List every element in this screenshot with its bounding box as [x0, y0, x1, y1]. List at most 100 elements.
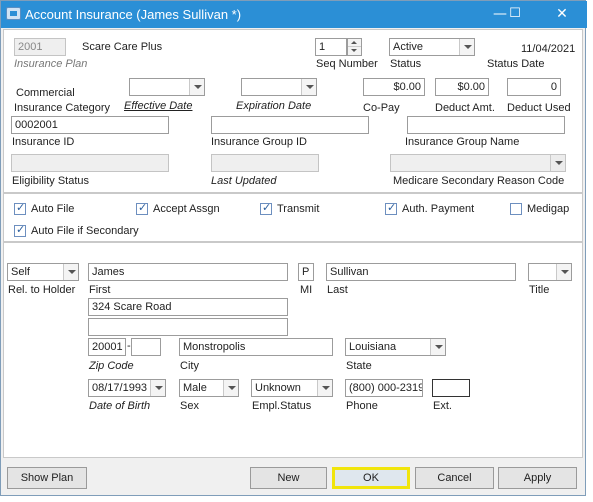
seq-number-field[interactable]: 1: [315, 38, 347, 56]
insurance-category-value[interactable]: Commercial: [16, 87, 75, 99]
effective-date-label: Effective Date: [124, 100, 193, 112]
effective-date-select[interactable]: [129, 78, 205, 96]
state-select[interactable]: Louisiana: [345, 338, 446, 356]
medigap-checkbox[interactable]: Medigap: [510, 203, 569, 215]
insurance-group-name-label: Insurance Group Name: [405, 136, 520, 148]
insurance-id-field[interactable]: 0002001: [11, 116, 169, 134]
eligibility-status-field: [11, 154, 169, 172]
spin-up-icon[interactable]: [348, 39, 361, 47]
chevron-down-icon[interactable]: [459, 39, 474, 55]
close-button[interactable]: ✕: [547, 4, 577, 24]
maximize-button[interactable]: ☐: [500, 4, 530, 24]
chevron-down-icon[interactable]: [556, 264, 571, 280]
insurance-group-id-field[interactable]: [211, 116, 369, 134]
window-title: Account Insurance (James Sullivan *): [25, 7, 242, 22]
cancel-button[interactable]: Cancel: [415, 467, 494, 489]
copay-field[interactable]: $0.00: [363, 78, 425, 96]
deduct-used-label: Deduct Used: [507, 102, 571, 114]
sex-label: Sex: [180, 400, 199, 412]
transmit-label: Transmit: [277, 203, 320, 215]
phone-field[interactable]: (800) 000-2319: [345, 379, 423, 397]
chevron-down-icon[interactable]: [189, 79, 204, 95]
expiration-date-select[interactable]: [241, 78, 317, 96]
middle-initial-field[interactable]: P: [298, 263, 314, 281]
relation-value: Self: [11, 266, 30, 278]
date-of-birth-value: 08/17/1993: [92, 382, 148, 394]
apply-button[interactable]: Apply: [498, 467, 577, 489]
sex-select[interactable]: Male: [179, 379, 239, 397]
spin-down-icon[interactable]: [348, 47, 361, 55]
checkbox-checked-icon[interactable]: [136, 201, 148, 215]
app-window-icon: [6, 7, 21, 20]
account-insurance-window: Account Insurance (James Sullivan *) — ☐…: [0, 0, 587, 496]
first-name-field[interactable]: James: [88, 263, 288, 281]
title-bar: Account Insurance (James Sullivan *) — ☐…: [1, 1, 587, 28]
last-updated-label: Last Updated: [211, 175, 277, 187]
middle-initial-label: MI: [300, 284, 313, 296]
accept-assign-checkbox[interactable]: Accept Assgn: [136, 201, 220, 215]
chevron-down-icon[interactable]: [430, 339, 445, 355]
zip-code-field[interactable]: 20001: [88, 338, 126, 356]
checkbox-unchecked-icon[interactable]: [510, 203, 522, 215]
city-label: City: [180, 360, 199, 372]
status-select[interactable]: Active: [389, 38, 475, 56]
relation-to-holder-label: Rel. to Holder: [8, 284, 76, 296]
checkbox-checked-icon[interactable]: [260, 201, 272, 215]
date-of-birth-label: Date of Birth: [89, 400, 151, 412]
chevron-down-icon[interactable]: [63, 264, 78, 280]
checkbox-checked-icon[interactable]: [14, 223, 26, 237]
insurance-plan-name: Scare Care Plus: [82, 41, 163, 53]
zip-extension-field[interactable]: [131, 338, 161, 356]
accept-assign-label: Accept Assgn: [153, 203, 220, 215]
chevron-down-icon[interactable]: [223, 380, 238, 396]
auth-payment-checkbox[interactable]: Auth. Payment: [385, 201, 474, 215]
address-line-1-field[interactable]: 324 Scare Road: [88, 298, 288, 316]
insurance-plan-code-field[interactable]: 2001: [14, 38, 66, 56]
new-button[interactable]: New: [250, 467, 327, 489]
insurance-group-name-field[interactable]: [407, 116, 565, 134]
title-label: Title: [529, 284, 550, 296]
transmit-checkbox[interactable]: Transmit: [260, 201, 320, 215]
deduct-amt-label: Deduct Amt.: [435, 102, 495, 114]
medicare-secondary-reason-select[interactable]: [390, 154, 566, 172]
insurance-group-id-label: Insurance Group ID: [211, 136, 307, 148]
deduct-used-field[interactable]: 0: [507, 78, 561, 96]
relation-to-holder-select[interactable]: Self: [7, 263, 79, 281]
date-of-birth-select[interactable]: 08/17/1993: [88, 379, 166, 397]
status-date-label: Status Date: [487, 58, 545, 70]
seq-number-stepper[interactable]: [347, 38, 362, 56]
eligibility-status-label: Eligibility Status: [12, 175, 90, 187]
employment-status-label: Empl.Status: [252, 400, 312, 412]
state-value: Louisiana: [349, 341, 397, 353]
address-line-2-field[interactable]: [88, 318, 288, 336]
phone-label: Phone: [346, 400, 378, 412]
last-name-label: Last: [327, 284, 348, 296]
show-plan-button[interactable]: Show Plan: [7, 467, 87, 489]
plan-panel: 2001 Scare Care Plus Insurance Plan 1 Se…: [3, 29, 583, 193]
chevron-down-icon[interactable]: [317, 380, 332, 396]
title-select[interactable]: [528, 263, 572, 281]
holder-panel: Self Rel. to Holder James First P MI Sul…: [3, 242, 583, 458]
insurance-plan-label: Insurance Plan: [14, 58, 88, 70]
zip-code-label: Zip Code: [89, 360, 134, 372]
checkbox-checked-icon[interactable]: [14, 201, 26, 215]
last-name-field[interactable]: Sullivan: [326, 263, 516, 281]
chevron-down-icon[interactable]: [150, 380, 165, 396]
extension-field[interactable]: [432, 379, 470, 397]
options-panel: Auto File Accept Assgn Transmit Auth. Pa…: [3, 193, 583, 242]
auto-file-checkbox[interactable]: Auto File: [14, 201, 74, 215]
city-field[interactable]: Monstropolis: [179, 338, 333, 356]
employment-status-select[interactable]: Unknown: [251, 379, 333, 397]
insurance-id-label: Insurance ID: [12, 136, 75, 148]
insurance-category-label: Insurance Category: [14, 102, 110, 114]
first-name-label: First: [89, 284, 111, 296]
status-date-value: 11/04/2021: [521, 43, 576, 55]
checkbox-checked-icon[interactable]: [385, 201, 397, 215]
chevron-down-icon[interactable]: [301, 79, 316, 95]
employment-status-value: Unknown: [255, 382, 301, 394]
deduct-amt-field[interactable]: $0.00: [435, 78, 489, 96]
chevron-down-icon[interactable]: [550, 155, 565, 171]
ok-button[interactable]: OK: [332, 467, 410, 489]
status-label: Status: [390, 58, 422, 70]
auto-file-secondary-checkbox[interactable]: Auto File if Secondary: [14, 223, 139, 237]
